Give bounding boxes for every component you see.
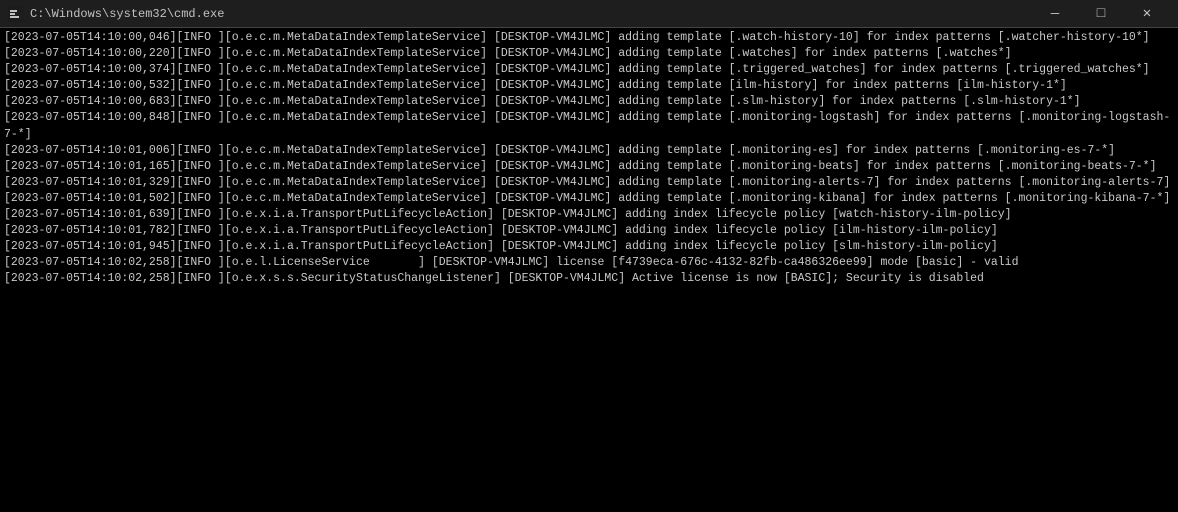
title-bar-left: C:\Windows\system32\cmd.exe [8, 6, 224, 22]
log-line: [2023-07-05T14:10:01,502][INFO ][o.e.c.m… [4, 191, 1174, 207]
console-output: [2023-07-05T14:10:00,046][INFO ][o.e.c.m… [0, 28, 1178, 512]
log-line: [2023-07-05T14:10:01,329][INFO ][o.e.c.m… [4, 175, 1174, 191]
log-line: [2023-07-05T14:10:01,782][INFO ][o.e.x.i… [4, 223, 1174, 239]
log-line: [2023-07-05T14:10:02,258][INFO ][o.e.x.s… [4, 271, 1174, 287]
log-line: [2023-07-05T14:10:01,945][INFO ][o.e.x.i… [4, 239, 1174, 255]
close-button[interactable]: ✕ [1124, 0, 1170, 28]
log-line: [2023-07-05T14:10:01,165][INFO ][o.e.c.m… [4, 159, 1174, 175]
log-line: [2023-07-05T14:10:00,848][INFO ][o.e.c.m… [4, 110, 1174, 142]
window-title: C:\Windows\system32\cmd.exe [30, 7, 224, 21]
window-controls: — □ ✕ [1032, 0, 1170, 28]
log-line: [2023-07-05T14:10:00,532][INFO ][o.e.c.m… [4, 78, 1174, 94]
log-line: [2023-07-05T14:10:00,046][INFO ][o.e.c.m… [4, 30, 1174, 46]
title-bar: C:\Windows\system32\cmd.exe — □ ✕ [0, 0, 1178, 28]
log-line: [2023-07-05T14:10:01,639][INFO ][o.e.x.i… [4, 207, 1174, 223]
log-line: [2023-07-05T14:10:02,258][INFO ][o.e.l.L… [4, 255, 1174, 271]
maximize-button[interactable]: □ [1078, 0, 1124, 28]
log-line: [2023-07-05T14:10:00,374][INFO ][o.e.c.m… [4, 62, 1174, 78]
log-line: [2023-07-05T14:10:01,006][INFO ][o.e.c.m… [4, 143, 1174, 159]
log-line: [2023-07-05T14:10:00,683][INFO ][o.e.c.m… [4, 94, 1174, 110]
minimize-button[interactable]: — [1032, 0, 1078, 28]
window: C:\Windows\system32\cmd.exe — □ ✕ [2023-… [0, 0, 1178, 512]
log-line: [2023-07-05T14:10:00,220][INFO ][o.e.c.m… [4, 46, 1174, 62]
cmd-icon [8, 6, 24, 22]
